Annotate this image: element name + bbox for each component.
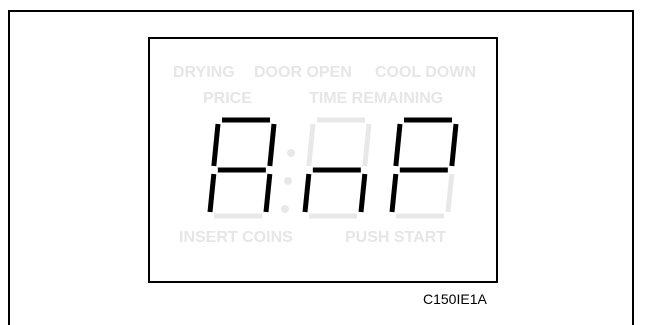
digit-1-segment-c-on — [263, 173, 273, 213]
colon-dot-3 — [281, 205, 289, 213]
seven-segment-display — [207, 117, 459, 219]
digit-2-segment-e-on — [302, 173, 312, 213]
digit-1-segment-b-on — [267, 123, 277, 167]
digit-3-segment-c-off — [445, 173, 455, 213]
digit-3-segment-e-on — [389, 173, 399, 213]
digit-2-segment-b-off — [362, 123, 372, 167]
figure-id: C150IE1A — [423, 291, 487, 307]
colon-dot-1 — [287, 149, 295, 157]
digit-3 — [389, 117, 459, 219]
digit-2-segment-f-off — [306, 123, 316, 167]
digit-1-segment-f-on — [211, 123, 221, 167]
digit-2-segment-c-on — [358, 173, 368, 213]
digit-1 — [207, 117, 277, 219]
digit-3-segment-f-on — [393, 123, 403, 167]
digit-3-segment-b-on — [449, 123, 459, 167]
colon-dot-2 — [284, 177, 292, 185]
digit-2 — [302, 117, 372, 219]
digit-1-segment-e-on — [207, 173, 217, 213]
